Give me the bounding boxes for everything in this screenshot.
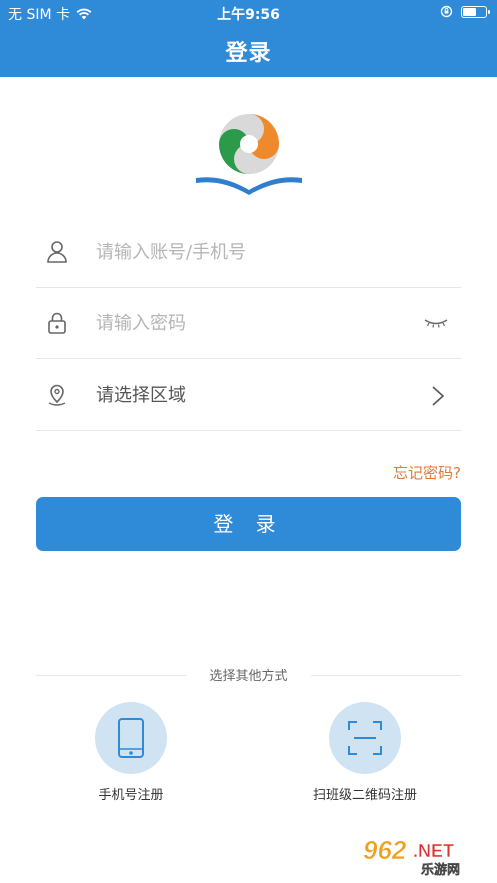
site-watermark-logo: 962 .NET 乐游网 (363, 835, 461, 877)
orientation-lock-icon (440, 5, 453, 18)
password-field[interactable]: 请输入密码 (36, 289, 461, 359)
forgot-password-link[interactable]: 忘记密码? (393, 462, 461, 483)
app-header: 无 SIM 卡 上午9:56 登录 (0, 0, 497, 77)
phone-icon (118, 718, 144, 758)
region-select[interactable]: 请选择区域 (96, 361, 186, 431)
scan-icon (348, 721, 382, 755)
region-field[interactable]: 请选择区域 (36, 361, 461, 431)
other-methods-label: 选择其他方式 (209, 669, 288, 684)
qr-register-button[interactable] (329, 702, 401, 774)
account-input[interactable]: 请输入账号/手机号 (96, 218, 246, 288)
password-input[interactable]: 请输入密码 (96, 289, 186, 359)
status-right (440, 5, 490, 18)
phone-register-button[interactable] (95, 702, 167, 774)
eye-closed-icon[interactable] (423, 317, 449, 329)
svg-text:.NET: .NET (413, 841, 454, 861)
location-pin-icon (48, 384, 66, 406)
phone-register-label[interactable]: 手机号注册 (71, 784, 191, 803)
lock-icon (48, 312, 66, 334)
battery-icon (461, 5, 490, 18)
qr-register-label[interactable]: 扫班级二维码注册 (290, 784, 440, 803)
status-bar: 无 SIM 卡 上午9:56 (0, 0, 497, 26)
svg-text:962: 962 (363, 835, 407, 865)
user-icon (47, 241, 67, 263)
chevron-right-icon[interactable] (431, 385, 445, 407)
page-title: 登录 (225, 41, 272, 66)
account-field[interactable]: 请输入账号/手机号 (36, 218, 461, 288)
status-time: 上午9:56 (217, 7, 280, 23)
login-button[interactable]: 登 录 (36, 497, 461, 551)
app-logo (196, 114, 302, 195)
svg-text:乐游网: 乐游网 (421, 862, 460, 877)
